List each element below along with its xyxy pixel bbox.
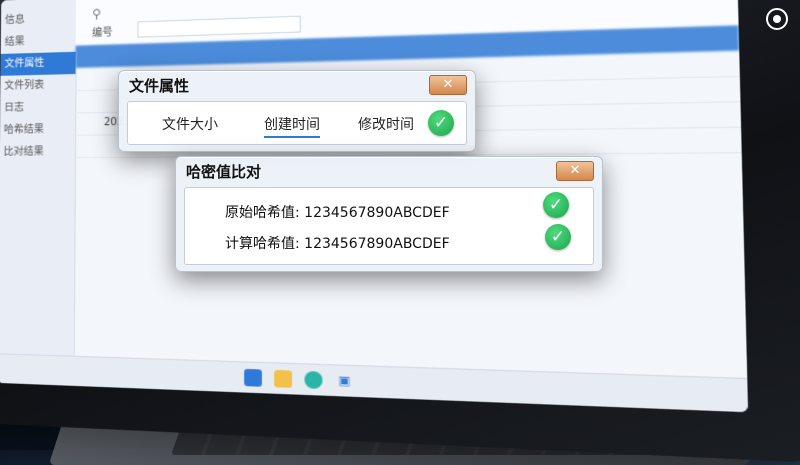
- taskbar: ▣: [0, 353, 749, 413]
- sidebar-item[interactable]: 哈希结果: [0, 119, 75, 142]
- sidebar-item-active[interactable]: 文件属性: [0, 51, 76, 76]
- check-icon: ✓: [428, 110, 454, 136]
- close-button[interactable]: ✕: [556, 161, 594, 181]
- sidebar: 信息 结果 文件属性 文件列表 日志 哈希结果 比对结果: [0, 0, 78, 386]
- tab-file-size[interactable]: 文件大小: [162, 114, 218, 134]
- original-hash-value: 1234567890ABCDEF: [304, 205, 450, 221]
- computed-hash-value: 1234567890ABCDEF: [304, 236, 450, 252]
- hash-compare-dialog: 哈密值比对 ✕ 原始哈希值: 1234567890ABCDEF ✓ 计算哈希值:…: [175, 156, 603, 272]
- check-icon: ✓: [543, 192, 569, 218]
- computed-hash-label: 计算哈希值:: [225, 236, 300, 252]
- original-hash-row: 原始哈希值: 1234567890ABCDEF: [225, 202, 450, 222]
- tab-modified-time[interactable]: 修改时间: [358, 114, 414, 134]
- store-icon[interactable]: ▣: [335, 372, 353, 390]
- hash-panel: 原始哈希值: 1234567890ABCDEF ✓ 计算哈希值: 1234567…: [184, 187, 594, 265]
- record-icon: [766, 8, 788, 30]
- sidebar-item[interactable]: 文件列表: [0, 74, 75, 98]
- filter-label[interactable]: 编号: [92, 23, 113, 39]
- folder-icon[interactable]: [274, 369, 293, 388]
- file-properties-dialog: 文件属性 ✕ 文件大小 创建时间 修改时间 ✓: [118, 70, 476, 152]
- check-icon: ✓: [545, 224, 571, 250]
- dialog-title: 文件属性: [129, 77, 190, 95]
- original-hash-label: 原始哈希值:: [225, 205, 300, 221]
- sidebar-item[interactable]: 日志: [0, 96, 75, 119]
- tab-created-time[interactable]: 创建时间: [264, 114, 320, 138]
- filter-select[interactable]: [137, 15, 301, 38]
- computed-hash-row: 计算哈希值: 1234567890ABCDEF: [225, 233, 450, 253]
- tab-bar: 文件大小 创建时间 修改时间 ✓: [127, 101, 467, 145]
- close-button[interactable]: ✕: [429, 75, 467, 95]
- edge-browser-icon[interactable]: [304, 370, 323, 390]
- sidebar-item[interactable]: 结果: [1, 30, 76, 54]
- sidebar-item[interactable]: 信息: [1, 7, 76, 32]
- windows-start-icon[interactable]: [244, 368, 262, 387]
- search-icon[interactable]: ⚲: [92, 6, 101, 20]
- dialog-title: 哈密值比对: [186, 163, 262, 181]
- sidebar-item[interactable]: 比对结果: [0, 141, 75, 164]
